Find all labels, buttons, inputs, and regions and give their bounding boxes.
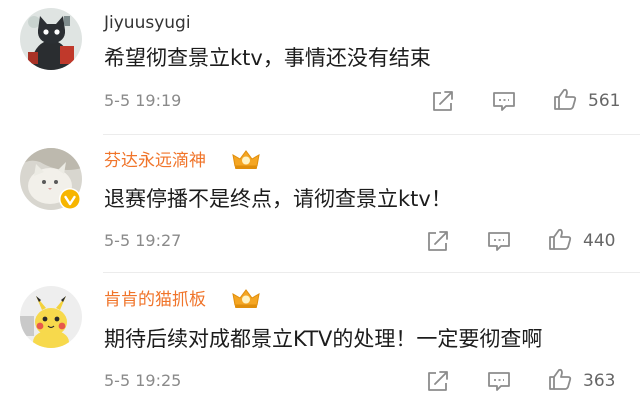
comment-username[interactable]: 芬达永远滴神 <box>104 150 206 172</box>
comment-button[interactable] <box>486 229 512 253</box>
share-icon <box>428 231 448 251</box>
vip-crown-badge <box>231 149 261 171</box>
thumbs-up-icon <box>549 228 572 250</box>
share-button[interactable] <box>430 89 456 113</box>
like-count: 561 <box>588 91 621 111</box>
comment-icon <box>488 372 510 391</box>
like-count: 440 <box>583 231 616 251</box>
comment-text: 退赛停播不是终点，请彻查景立ktv！ <box>104 187 452 211</box>
share-button[interactable] <box>425 369 451 393</box>
comment-username[interactable]: 肯肯的猫抓板 <box>104 289 206 311</box>
like-button[interactable] <box>547 367 573 391</box>
comment-username[interactable]: Jiyuusyugi <box>104 12 191 34</box>
thumbs-up-icon <box>554 88 577 110</box>
black-cat-avatar-icon <box>20 8 82 70</box>
vip-crown-badge <box>231 288 261 310</box>
like-count: 363 <box>583 371 616 391</box>
avatar[interactable] <box>20 286 82 348</box>
avatar[interactable] <box>20 8 82 70</box>
comment-time: 5-5 19:19 <box>104 91 182 110</box>
crown-badge-icon <box>232 150 260 169</box>
comment-item: 芬达永远滴神 退赛停播不是终点，请彻查景立ktv！ 5-5 19:27 440 <box>0 135 640 269</box>
share-icon <box>433 91 453 111</box>
comment-text: 期待后续对成都景立KTV的处理！一定要彻查啊 <box>104 327 543 351</box>
pikachu-avatar-icon <box>20 286 82 348</box>
verified-badge <box>59 188 81 210</box>
comment-icon <box>488 232 510 251</box>
comment-icon <box>493 92 515 111</box>
comment-item: Jiyuusyugi 希望彻查景立ktv，事情还没有结束 5-5 19:19 5… <box>0 0 640 134</box>
share-icon <box>428 371 448 391</box>
comment-button[interactable] <box>486 369 512 393</box>
comment-text: 希望彻查景立ktv，事情还没有结束 <box>104 46 431 70</box>
comment-time: 5-5 19:27 <box>104 231 182 250</box>
comment-time: 5-5 19:25 <box>104 371 182 390</box>
crown-badge-icon <box>232 289 260 308</box>
thumbs-up-icon <box>549 368 572 390</box>
like-button[interactable] <box>547 227 573 251</box>
comment-item: 肯肯的猫抓板 期待后续对成都景立KTV的处理！一定要彻查啊 5-5 19:25 … <box>0 273 640 407</box>
like-button[interactable] <box>552 87 578 111</box>
comment-button[interactable] <box>491 89 517 113</box>
verified-v-badge-icon <box>60 189 80 209</box>
share-button[interactable] <box>425 229 451 253</box>
